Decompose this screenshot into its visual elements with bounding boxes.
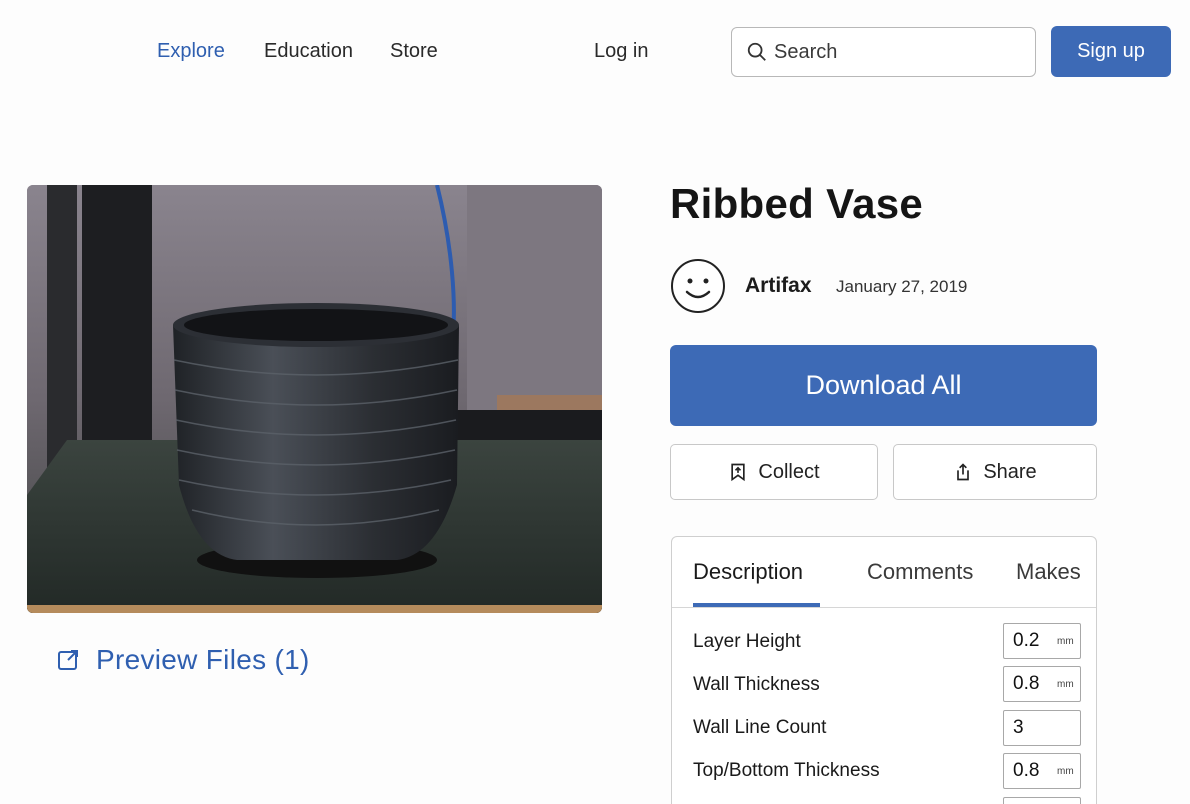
page-title: Ribbed Vase — [670, 180, 924, 227]
smiley-avatar-icon[interactable] — [670, 258, 726, 314]
setting-field-wall-thickness[interactable]: mm — [1003, 666, 1081, 702]
setting-label-layer-height: Layer Height — [693, 631, 801, 652]
search-icon — [747, 42, 766, 61]
vase-photo — [27, 185, 602, 613]
share-label: Share — [983, 460, 1037, 483]
collect-label: Collect — [758, 460, 820, 483]
tab-makes[interactable]: Makes — [1016, 559, 1081, 585]
collect-button[interactable]: Collect — [670, 444, 878, 500]
unit-label: mm — [1057, 765, 1074, 777]
search-input[interactable] — [774, 40, 1014, 64]
layer-height-input[interactable] — [1013, 630, 1053, 652]
nav-store[interactable]: Store — [390, 40, 438, 63]
model-image[interactable] — [27, 185, 602, 613]
tab-divider — [672, 607, 1096, 608]
login-link[interactable]: Log in — [594, 40, 649, 63]
share-button[interactable]: Share — [893, 444, 1097, 500]
setting-field-layer-height[interactable]: mm — [1003, 623, 1081, 659]
external-link-icon — [58, 650, 78, 670]
wall-thickness-input[interactable] — [1013, 673, 1053, 695]
setting-field-top-bottom-thickness[interactable]: mm — [1003, 753, 1081, 789]
tab-comments[interactable]: Comments — [867, 559, 973, 585]
setting-field-partial[interactable] — [1003, 797, 1081, 804]
search-box[interactable] — [731, 27, 1036, 77]
preview-files-label: Preview Files (1) — [96, 644, 310, 675]
preview-files-link[interactable]: Preview Files (1) — [56, 644, 310, 676]
setting-label-top-bottom-thickness: Top/Bottom Thickness — [693, 760, 880, 781]
nav-education[interactable]: Education — [264, 40, 353, 63]
setting-field-wall-line-count[interactable] — [1003, 710, 1081, 746]
download-all-button[interactable]: Download All — [670, 345, 1097, 426]
active-tab-indicator — [693, 603, 820, 607]
share-icon — [957, 463, 970, 481]
bookmark-icon — [731, 463, 746, 482]
details-panel: Description Comments Makes Layer Height … — [671, 536, 1097, 804]
author-name[interactable]: Artifax — [745, 274, 812, 298]
top-bottom-thickness-input[interactable] — [1013, 760, 1053, 782]
publish-date: January 27, 2019 — [836, 277, 968, 296]
setting-label-wall-line-count: Wall Line Count — [693, 717, 827, 738]
wall-line-count-input[interactable] — [1013, 717, 1053, 739]
nav-explore[interactable]: Explore — [157, 40, 225, 63]
setting-label-wall-thickness: Wall Thickness — [693, 674, 820, 695]
unit-label: mm — [1057, 635, 1074, 647]
signup-button[interactable]: Sign up — [1051, 26, 1171, 77]
unit-label: mm — [1057, 678, 1074, 690]
tab-description[interactable]: Description — [693, 559, 803, 585]
